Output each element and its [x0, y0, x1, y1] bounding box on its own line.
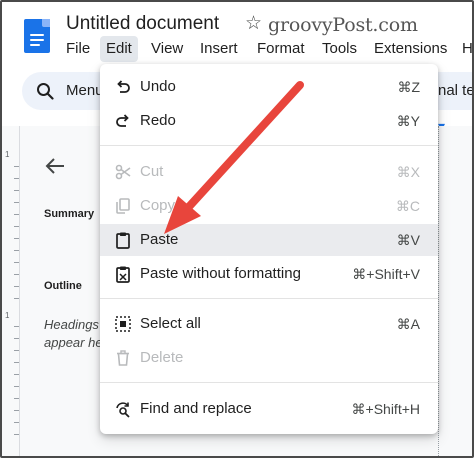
menu-item-shortcut: ⌘X [396, 164, 420, 180]
menu-item-shortcut: ⌘A [396, 316, 420, 332]
style-dropdown[interactable]: nal te ▾ [438, 72, 474, 134]
trash-icon [117, 350, 129, 366]
menu-item-delete[interactable]: Delete [100, 342, 438, 374]
redo-icon [116, 114, 129, 127]
menu-insert[interactable]: Insert [194, 36, 244, 62]
menu-separator [100, 382, 438, 383]
clipboard-plain-icon [116, 266, 130, 283]
document-outline-panel: Summary Outline Headings appear he [30, 126, 110, 456]
search-icon [37, 83, 54, 100]
document-title[interactable]: Untitled document [66, 13, 219, 35]
find-replace-icon [116, 402, 130, 418]
menu-view[interactable]: View [145, 36, 189, 62]
menu-separator [100, 145, 438, 146]
google-docs-logo-icon[interactable] [24, 19, 50, 53]
menu-item-label: Select all [140, 315, 201, 332]
back-arrow-icon[interactable] [44, 156, 66, 176]
style-dropdown-label: nal te [438, 82, 474, 99]
scissors-icon [115, 164, 131, 180]
ruler-number: 1 [5, 150, 10, 159]
outline-heading: Outline [44, 280, 82, 292]
menu-item-shortcut: ⌘V [396, 232, 420, 248]
menu-item-label: Delete [140, 349, 184, 366]
menu-item-shortcut: ⌘+Shift+V [352, 266, 420, 282]
menu-item-label: Paste without formatting [140, 265, 301, 282]
menu-edit[interactable]: Edit [100, 36, 138, 62]
vertical-ruler: 1 1 [2, 126, 20, 456]
outline-hint: Headings appear he [44, 316, 106, 352]
menu-item-label: Find and replace [140, 400, 252, 417]
outline-hint-line: appear he [44, 335, 103, 350]
menu-item-select-all[interactable]: Select all ⌘A [100, 308, 438, 340]
menu-item-shortcut: ⌘Z [397, 79, 420, 95]
menu-item-label: Undo [140, 78, 176, 95]
star-icon[interactable]: ☆ [245, 13, 262, 35]
summary-heading: Summary [44, 208, 95, 220]
menu-item-label: Paste [140, 231, 179, 248]
menu-extensions[interactable]: Extensions [368, 36, 453, 62]
edit-menu-dropdown: Undo ⌘Z Redo ⌘Y Cut ⌘X Copy ⌘C Paste ⌘V … [100, 64, 438, 434]
select-all-icon [115, 316, 131, 332]
clipboard-icon [116, 232, 130, 249]
menu-item-paste[interactable]: Paste ⌘V [100, 224, 438, 256]
menu-item-shortcut: ⌘Y [396, 113, 420, 129]
search-menus-label: Menu [66, 82, 104, 99]
menu-item-find-and-replace[interactable]: Find and replace ⌘+Shift+H [100, 393, 438, 425]
watermark: groovyPost.com [268, 14, 418, 36]
menu-tools[interactable]: Tools [316, 36, 363, 62]
menu-help[interactable]: H [456, 36, 474, 62]
ruler-number: 1 [5, 311, 10, 320]
menu-item-shortcut: ⌘C [395, 198, 420, 214]
outline-hint-line: Headings [44, 317, 99, 332]
menu-item-label: Copy [140, 197, 176, 214]
menu-item-undo[interactable]: Undo ⌘Z [100, 71, 438, 103]
search-menus-button[interactable]: Menu [22, 72, 104, 110]
menu-item-redo[interactable]: Redo ⌘Y [100, 105, 438, 137]
copy-icon [116, 198, 130, 214]
page-margin-guide [438, 126, 439, 456]
menu-item-label: Redo [140, 112, 176, 129]
menu-file[interactable]: File [60, 36, 96, 62]
menu-item-paste-without-formatting[interactable]: Paste without formatting ⌘+Shift+V [100, 258, 438, 290]
menu-format[interactable]: Format [251, 36, 311, 62]
menu-separator [100, 298, 438, 299]
menu-item-cut[interactable]: Cut ⌘X [100, 156, 438, 188]
menu-item-copy[interactable]: Copy ⌘C [100, 190, 438, 222]
undo-icon [117, 80, 130, 93]
menu-item-label: Cut [140, 163, 164, 180]
menu-item-shortcut: ⌘+Shift+H [351, 401, 420, 417]
